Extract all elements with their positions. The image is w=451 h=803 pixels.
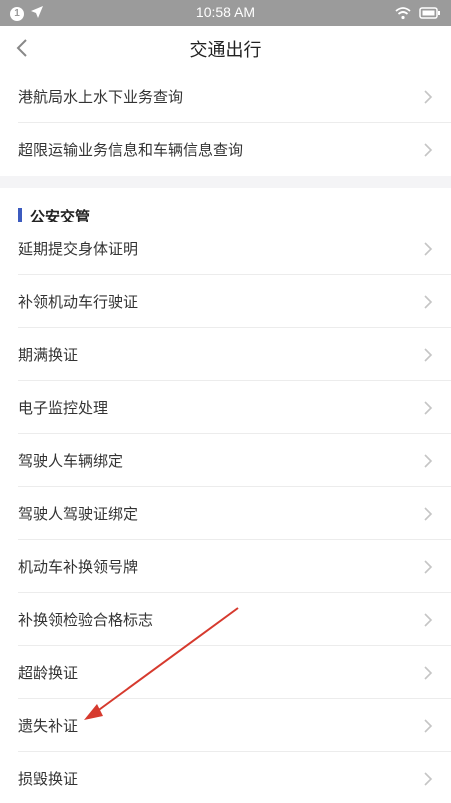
list-item[interactable]: 损毁换证 <box>0 752 451 803</box>
chevron-right-icon <box>424 143 433 157</box>
list-item-label: 机动车补换领号牌 <box>18 558 139 576</box>
chevron-right-icon <box>424 348 433 362</box>
list-item-label: 超限运输业务信息和车辆信息查询 <box>18 141 244 159</box>
list-item[interactable]: 超龄换证 <box>0 646 451 699</box>
list-item[interactable]: 补领机动车行驶证 <box>0 275 451 328</box>
chevron-right-icon <box>424 454 433 468</box>
chevron-right-icon <box>424 719 433 733</box>
status-bar: 1 10:58 AM <box>0 0 451 26</box>
list-item-label: 补换领检验合格标志 <box>18 611 154 629</box>
list-item[interactable]: 延期提交身体证明 <box>0 222 451 275</box>
chevron-right-icon <box>424 560 433 574</box>
list-item[interactable]: 机动车补换领号牌 <box>0 540 451 593</box>
chevron-right-icon <box>424 295 433 309</box>
section-gap <box>0 176 451 188</box>
list-item[interactable]: 驾驶人驾驶证绑定 <box>0 487 451 540</box>
status-time: 10:58 AM <box>195 4 256 20</box>
chevron-right-icon <box>424 772 433 786</box>
list-item[interactable]: 驾驶人车辆绑定 <box>0 434 451 487</box>
list-item-label: 期满换证 <box>18 346 79 364</box>
list-item-label: 延期提交身体证明 <box>18 240 139 258</box>
battery-icon <box>419 5 441 24</box>
wifi-icon <box>395 5 411 24</box>
status-right <box>395 5 441 24</box>
list-item-label: 港航局水上水下业务查询 <box>18 88 184 106</box>
section-accent-bar <box>18 208 22 223</box>
chevron-right-icon <box>424 507 433 521</box>
list-item-label: 电子监控处理 <box>18 399 109 417</box>
list-item-overlimit-query[interactable]: 超限运输业务信息和车辆信息查询 <box>0 123 451 176</box>
list-item[interactable]: 电子监控处理 <box>0 381 451 434</box>
chevron-right-icon <box>424 401 433 415</box>
chevron-right-icon <box>424 666 433 680</box>
list-item-label: 驾驶人车辆绑定 <box>18 452 124 470</box>
list-item-label: 遗失补证 <box>18 717 79 735</box>
list-item-lost-replacement[interactable]: 遗失补证 <box>0 699 451 752</box>
list-item-port-query[interactable]: 港航局水上水下业务查询 <box>0 70 451 123</box>
list-item-label: 驾驶人驾驶证绑定 <box>18 505 139 523</box>
list-item-label: 补领机动车行驶证 <box>18 293 139 311</box>
list-item-label: 损毁换证 <box>18 770 79 788</box>
page-title: 交通出行 <box>189 40 262 61</box>
chevron-right-icon <box>424 242 433 256</box>
list-item[interactable]: 期满换证 <box>0 328 451 381</box>
chevron-right-icon <box>424 613 433 627</box>
list-item-label: 超龄换证 <box>18 664 79 682</box>
chevron-right-icon <box>424 90 433 104</box>
navigation-bar: 交通出行 <box>0 26 451 70</box>
list-item[interactable]: 补换领检验合格标志 <box>0 593 451 646</box>
